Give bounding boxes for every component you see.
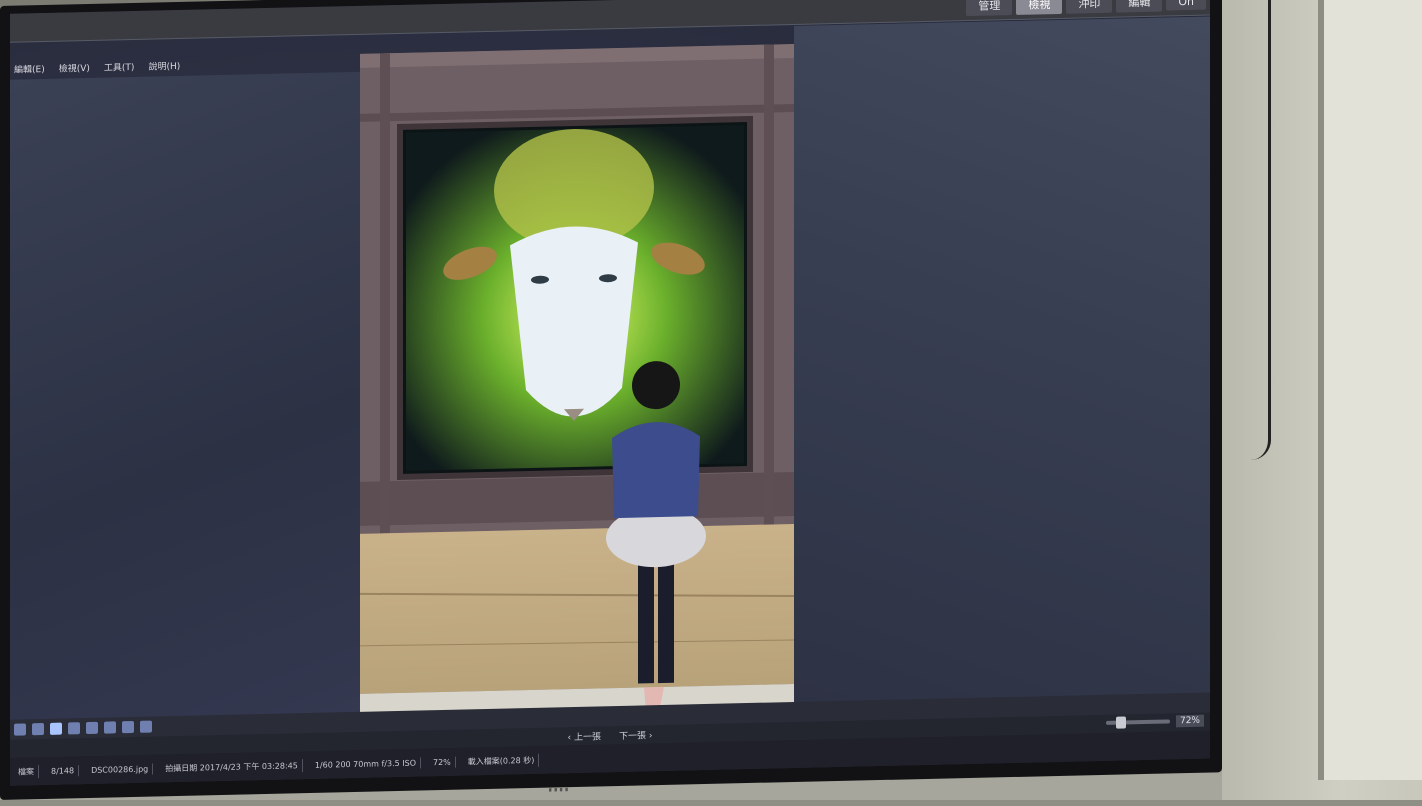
tab-edit[interactable]: 編輯 <box>1116 0 1163 13</box>
photo-artwork <box>360 43 794 726</box>
monitor: 管理 檢視 沖印 編輯 On 編輯(E) 檢視(V) 工具(T) 說明(H) ‹… <box>0 0 1222 801</box>
wall-frame <box>1318 0 1422 780</box>
mode-tabs: 管理 檢視 沖印 編輯 On <box>966 0 1206 18</box>
info-icon[interactable] <box>140 720 152 733</box>
actual-size-icon[interactable] <box>32 723 44 736</box>
crop-tool-icon[interactable] <box>68 722 80 735</box>
status-position: 8/148 <box>47 764 80 777</box>
left-background-pane <box>10 71 360 720</box>
rotate-left-icon[interactable] <box>104 721 116 734</box>
menu-view[interactable]: 檢視(V) <box>59 60 90 74</box>
right-background-pane <box>794 16 1210 702</box>
zoom-slider-handle[interactable] <box>1115 716 1126 729</box>
monitor-logo: ∎∎∎∎ <box>548 785 570 794</box>
rotate-right-icon[interactable] <box>122 720 134 734</box>
status-filename: DSC00286.jpg <box>87 763 154 776</box>
zoom-slider[interactable] <box>1105 716 1170 729</box>
eyedropper-icon[interactable] <box>86 721 98 735</box>
zoom-level[interactable]: 72% <box>1175 714 1204 728</box>
screen: 管理 檢視 沖印 編輯 On 編輯(E) 檢視(V) 工具(T) 說明(H) ‹… <box>10 0 1210 786</box>
prev-image-button[interactable]: ‹ 上一張 <box>568 729 601 743</box>
zoom-control: 72% <box>1105 711 1204 733</box>
status-zoom: 72% <box>428 756 456 768</box>
photo-viewer-image[interactable] <box>360 43 794 726</box>
fit-icon[interactable] <box>14 723 26 736</box>
status-exif: 1/60 200 70mm f/3.5 ISO <box>310 756 421 771</box>
tab-develop[interactable]: 沖印 <box>1066 0 1113 14</box>
menu-help[interactable]: 說明(H) <box>148 58 180 72</box>
menu-edit[interactable]: 編輯(E) <box>14 61 45 75</box>
status-date: 拍攝日期 2017/4/23 下午 03:28:45 <box>161 758 303 775</box>
tab-online[interactable]: On <box>1166 0 1206 11</box>
tab-view[interactable]: 檢視 <box>1016 0 1063 15</box>
next-image-button[interactable]: 下一張 › <box>619 728 652 742</box>
status-load-time: 載入檔案(0.28 秒) <box>463 753 540 768</box>
tab-manage[interactable]: 管理 <box>966 0 1013 17</box>
status-label: 檔案 <box>14 764 39 779</box>
monitor-cable <box>1238 0 1271 460</box>
select-tool-icon[interactable] <box>50 722 62 735</box>
menu-tools[interactable]: 工具(T) <box>104 59 135 73</box>
